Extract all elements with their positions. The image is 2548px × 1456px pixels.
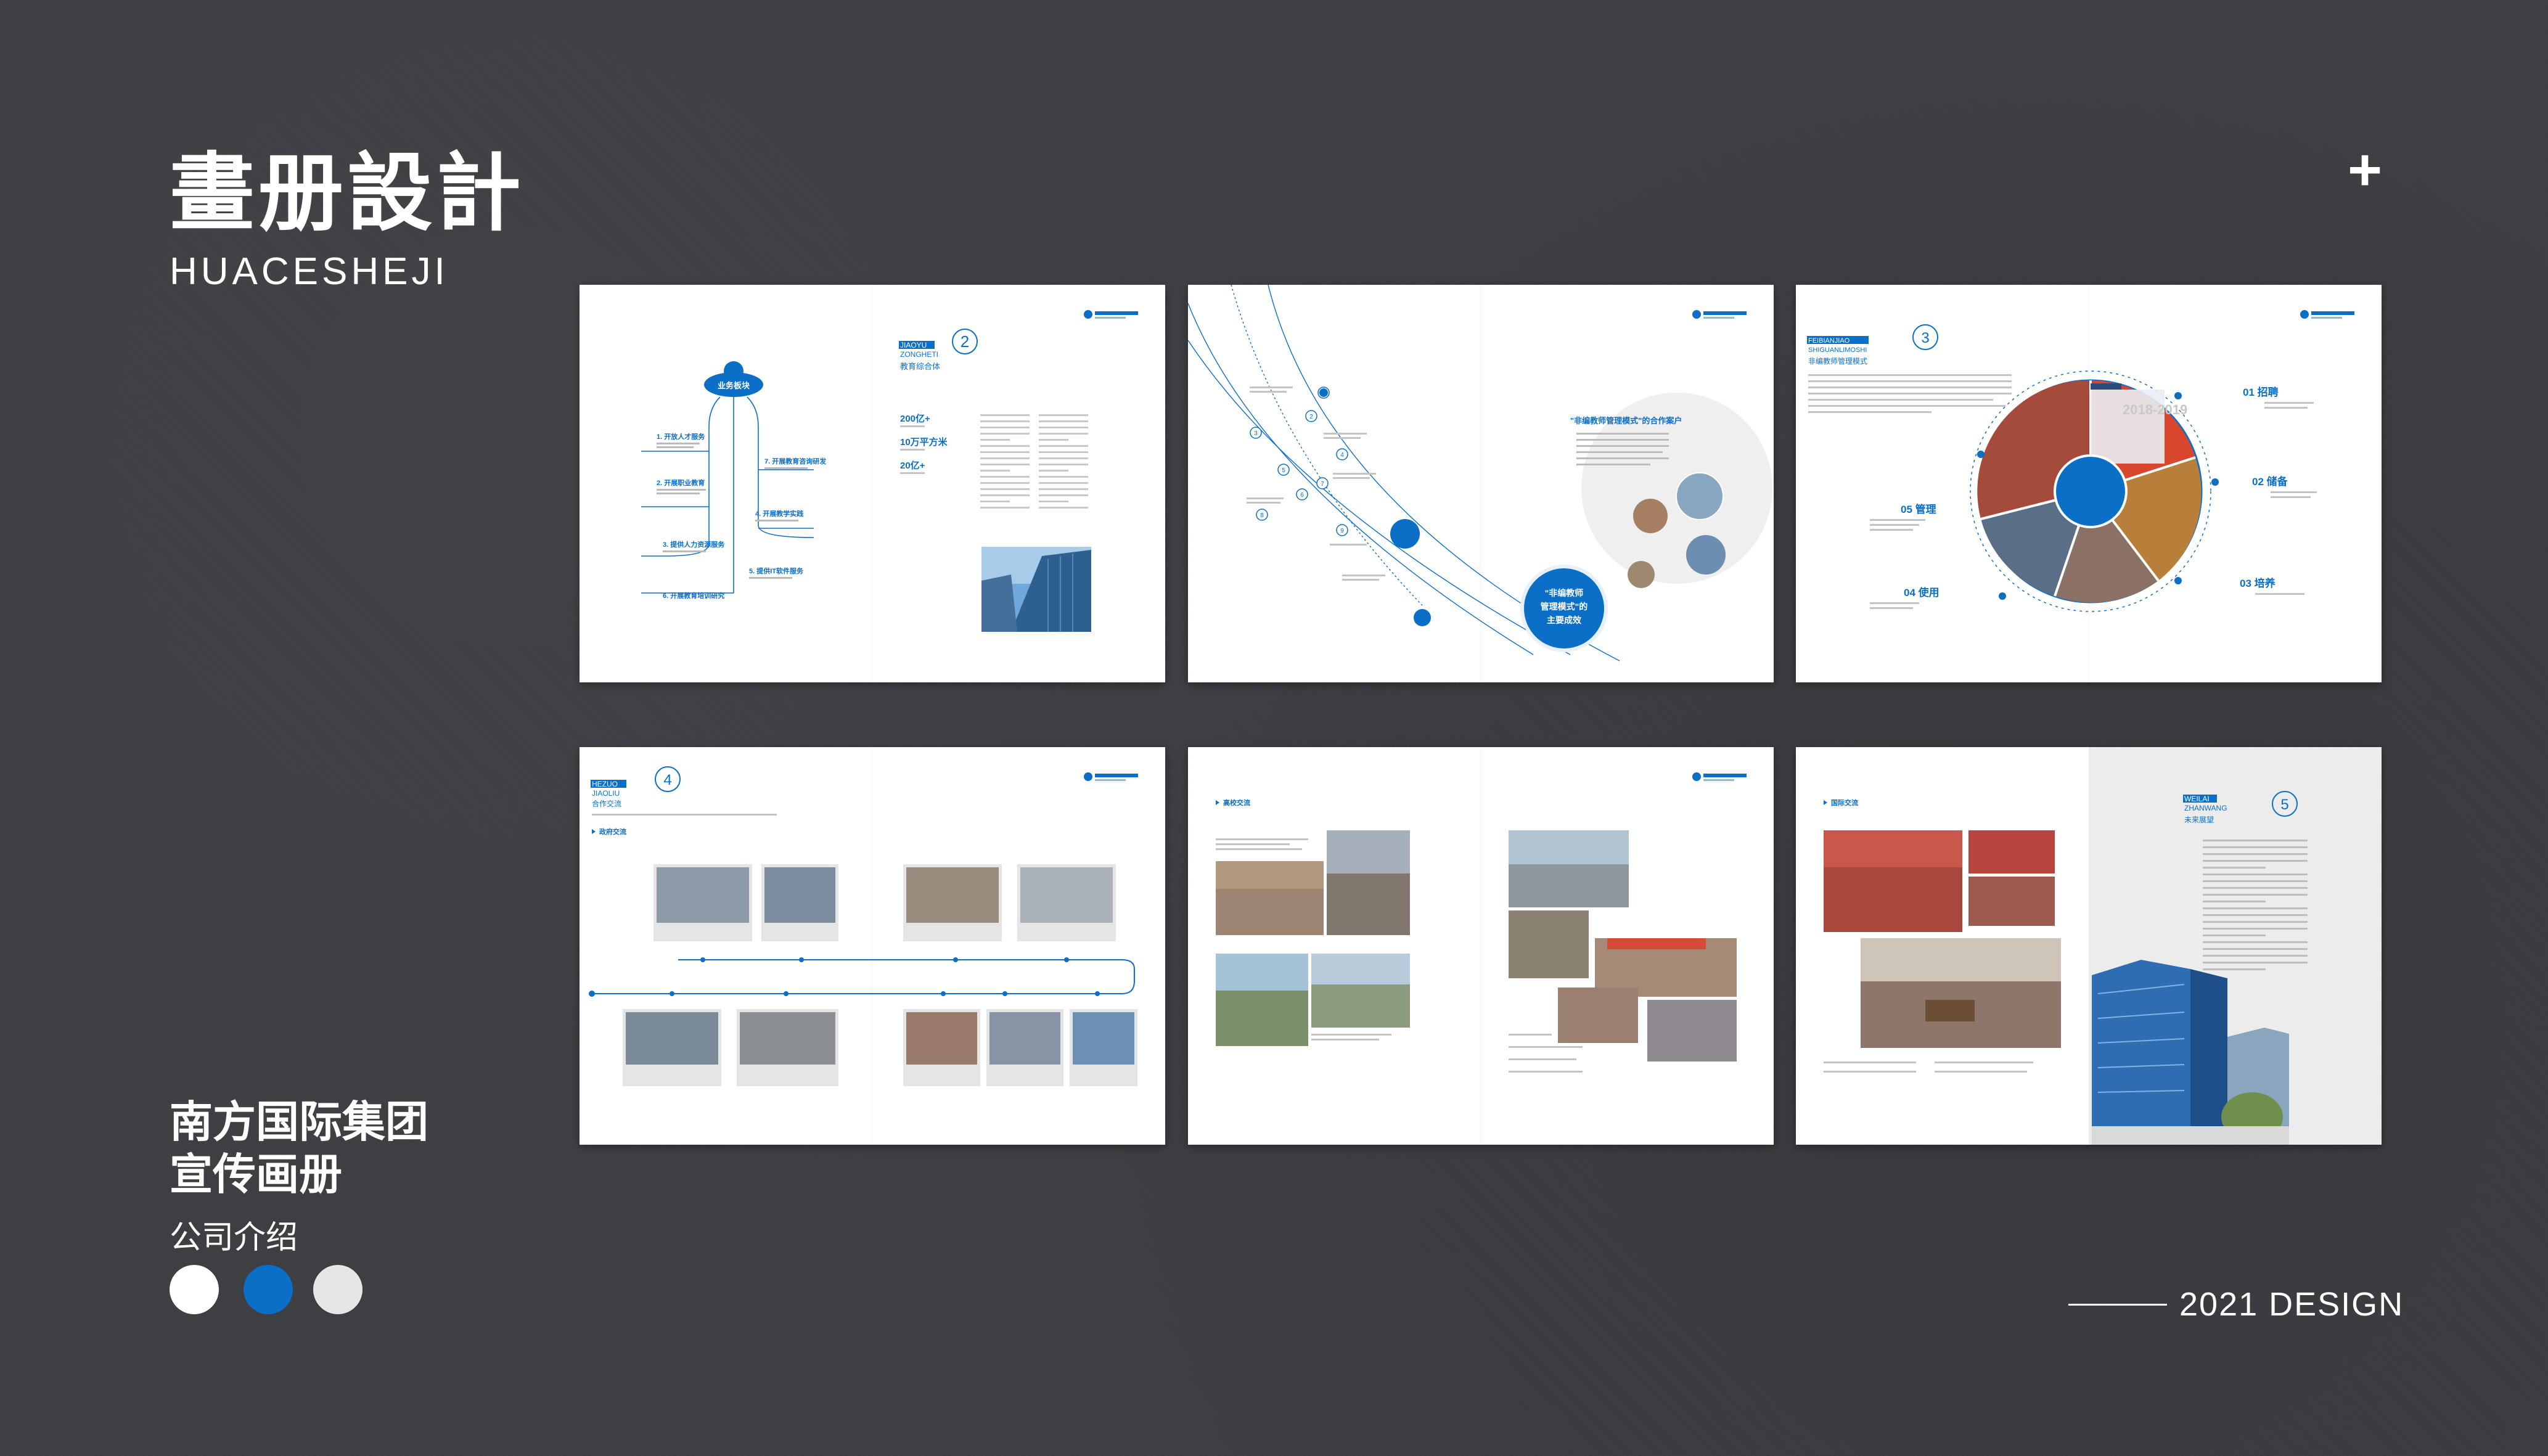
- section-pinyin-1: JIAOYU: [900, 341, 927, 350]
- sub-heading: 国际交流: [1831, 798, 1858, 807]
- stat-1: 200亿+: [900, 413, 930, 424]
- spread-fold: [872, 747, 873, 1145]
- banner-year: 2018-2019: [2123, 402, 2187, 417]
- company-name-line2: 宣传画册: [170, 1149, 342, 1200]
- spread-6-artwork: 国际交流 WEILAI ZHANWANG 5 未来展望: [1824, 747, 2382, 1145]
- section-number: 5: [2280, 796, 2288, 813]
- timeline-node-number: 5: [1282, 467, 1285, 474]
- brochure-spread-6[interactable]: 国际交流 WEILAI ZHANWANG 5 未来展望: [1796, 747, 2382, 1145]
- brochure-spread-2[interactable]: 123456789 "非编教师管理模式"的合作案户 "非编教师 管理模式"的 主…: [1188, 285, 1774, 682]
- label-reserve: 02 储备: [2252, 475, 2288, 488]
- brochure-spread-1[interactable]: 业务板块 1. 开放人才服务 2. 开展职业教育 3. 提供人力资源服务 4. …: [580, 285, 1165, 682]
- badge-line-1: "非编教师: [1545, 588, 1584, 598]
- swatch-white[interactable]: [170, 1265, 219, 1314]
- brochure-spread-3[interactable]: FEIBIANJIAO SHIGUANLIMOSHI 3 非编教师管理模式 20…: [1796, 285, 2382, 682]
- spread-fold: [1480, 285, 1481, 682]
- section-number: 2: [961, 332, 969, 351]
- timeline-node-number: 3: [1254, 430, 1258, 437]
- item-1: 1. 开放人才服务: [657, 432, 705, 441]
- timeline-node-number: 9: [1340, 528, 1344, 534]
- plus-icon[interactable]: +: [2348, 141, 2382, 200]
- section-pinyin-1: FEIBIANJIAO: [1808, 337, 1850, 345]
- timeline-node-number: 4: [1340, 452, 1344, 459]
- section-pinyin-2: JIAOLIU: [592, 789, 620, 798]
- label-train: 03 培养: [2240, 577, 2276, 589]
- logo-icon: [2300, 310, 2354, 319]
- timeline-node-number: 7: [1321, 481, 1324, 488]
- item-7: 7. 开展教育咨询研发: [764, 457, 827, 465]
- year-rule: [2068, 1303, 2167, 1306]
- section-pinyin-1: WEILAI: [2184, 795, 2210, 803]
- business-bubble-label: 业务板块: [718, 381, 750, 390]
- stat-2: 10万平方米: [900, 436, 948, 448]
- item-2: 2. 开展职业教育: [657, 478, 705, 487]
- section-pinyin-2: SHIGUANLIMOSHI: [1808, 346, 1867, 354]
- section-title: 教育综合体: [900, 362, 940, 371]
- section-title: 非编教师管理模式: [1808, 356, 1867, 366]
- company-intro-label: 公司介绍: [170, 1219, 298, 1256]
- design-year: 2021 DESIGN: [2068, 1285, 2404, 1323]
- sub-heading: 政府交流: [599, 827, 626, 836]
- brochure-title-pinyin: HUACESHEJI: [170, 250, 449, 293]
- badge-line-3: 主要成效: [1547, 615, 1582, 625]
- case-heading: "非编教师管理模式"的合作案户: [1570, 416, 1682, 425]
- logo-icon: [1084, 772, 1138, 781]
- spread-fold: [872, 285, 873, 682]
- badge-line-2: 管理模式"的: [1541, 602, 1588, 611]
- spread-fold: [1480, 747, 1481, 1145]
- stat-3: 20亿+: [900, 460, 925, 471]
- section-number: 3: [1921, 330, 1929, 346]
- section-pinyin-1: HEZUO: [592, 780, 618, 788]
- label-recruit: 01 招聘: [2243, 386, 2279, 398]
- brochure-spread-4[interactable]: HEZUO JIAOLIU 4 合作交流 政府交流: [580, 747, 1165, 1145]
- swatch-lightgray[interactable]: [313, 1265, 363, 1314]
- item-5: 5. 提供IT软件服务: [749, 566, 804, 575]
- brochure-spread-5[interactable]: 高校交流: [1188, 747, 1774, 1145]
- timeline-node-number: 2: [1309, 414, 1313, 420]
- item-4: 4. 开展教学实践: [755, 509, 803, 518]
- section-title: 未来展望: [2184, 816, 2214, 824]
- company-name: 南方国际集团 宣传画册: [170, 1096, 428, 1201]
- swatch-blue[interactable]: [244, 1265, 293, 1314]
- item-6: 6. 开展教育培训研究: [663, 591, 724, 600]
- label-use: 04 使用: [1904, 586, 1940, 599]
- timeline-node-number: 6: [1300, 492, 1304, 499]
- year-label: 2021 DESIGN: [2179, 1286, 2404, 1323]
- sub-heading: 高校交流: [1223, 798, 1250, 807]
- label-manage: 05 管理: [1901, 503, 1936, 515]
- logo-icon: [1692, 310, 1747, 319]
- section-number: 4: [663, 772, 671, 788]
- company-name-line1: 南方国际集团: [170, 1097, 428, 1147]
- brochure-title: 畫册設計: [170, 144, 525, 243]
- section-pinyin-2: ZHANWANG: [2184, 804, 2227, 812]
- timeline-node-number: 8: [1260, 512, 1264, 519]
- item-3: 3. 提供人力资源服务: [663, 540, 725, 549]
- section-title: 合作交流: [592, 799, 621, 808]
- spread-fold: [2088, 285, 2089, 682]
- section-pinyin-2: ZONGHETI: [900, 350, 938, 359]
- logo-icon: [1692, 772, 1747, 781]
